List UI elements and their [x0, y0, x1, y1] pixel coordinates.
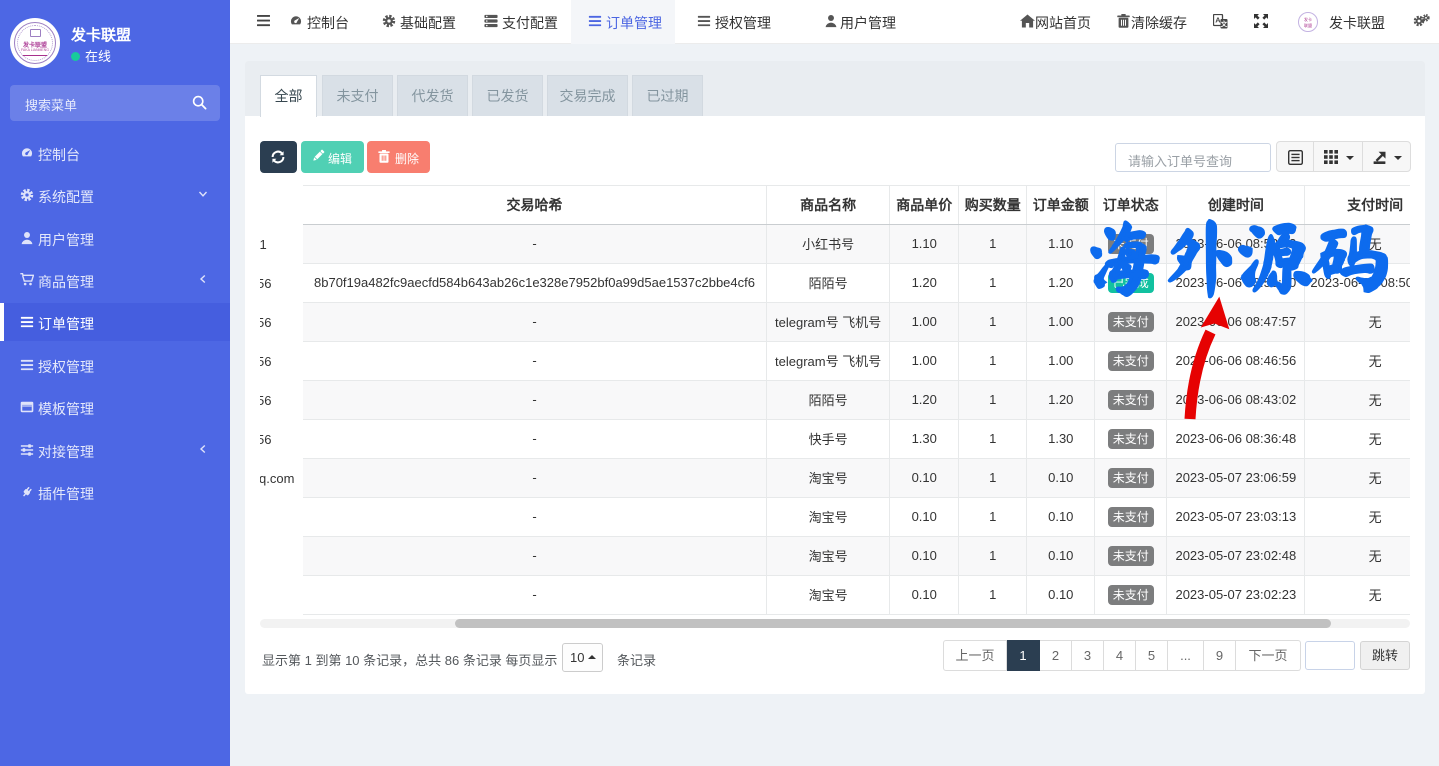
svg-text:文: 文	[1220, 19, 1228, 28]
